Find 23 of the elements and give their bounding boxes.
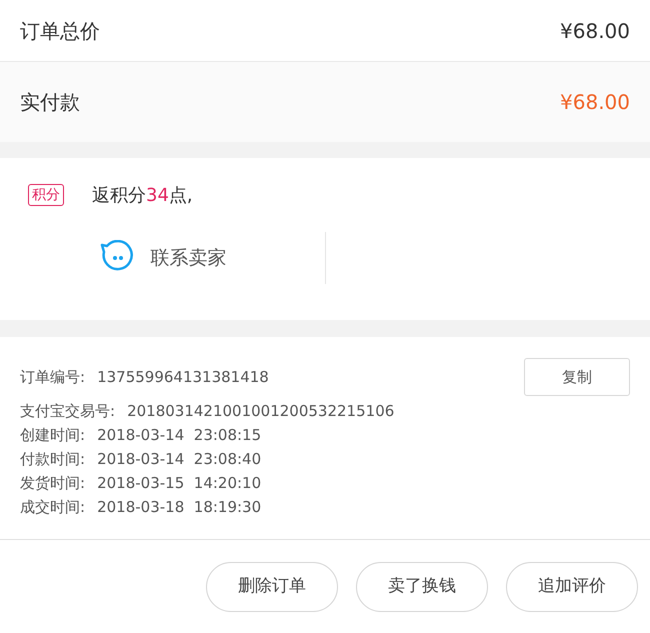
info-label: 订单编号: xyxy=(20,366,86,388)
contact-seller-button[interactable]: 联系卖家 xyxy=(0,232,326,284)
order-total-value: ¥68.00 xyxy=(560,18,630,44)
order-action-button[interactable]: 追加评价 xyxy=(506,562,638,612)
info-value: 2018-03-15 14:20:10 xyxy=(97,472,262,494)
points-badge: 积分 xyxy=(28,184,64,206)
info-label: 成交时间: xyxy=(20,496,86,518)
paid-label: 实付款 xyxy=(20,89,80,116)
info-value: 2018-03-18 18:19:30 xyxy=(97,496,262,518)
info-value: 2018031421001001200532215106 xyxy=(127,400,394,422)
copy-button[interactable]: 复制 xyxy=(524,358,630,396)
info-label: 支付宝交易号: xyxy=(20,400,116,422)
info-label: 创建时间: xyxy=(20,424,86,446)
points-text: 返积分34点, xyxy=(92,184,193,208)
info-value: 2018-03-14 23:08:40 xyxy=(97,448,262,470)
order-action-button[interactable]: 删除订单 xyxy=(206,562,338,612)
info-label: 发货时间: xyxy=(20,472,86,494)
order-total-label: 订单总价 xyxy=(20,18,100,44)
info-value: 2018-03-14 23:08:15 xyxy=(97,424,262,446)
info-value: 137559964131381418 xyxy=(97,366,269,388)
order-action-button[interactable]: 卖了换钱 xyxy=(356,562,488,612)
info-label: 付款时间: xyxy=(20,448,86,470)
paid-value: ¥68.00 xyxy=(560,89,630,116)
